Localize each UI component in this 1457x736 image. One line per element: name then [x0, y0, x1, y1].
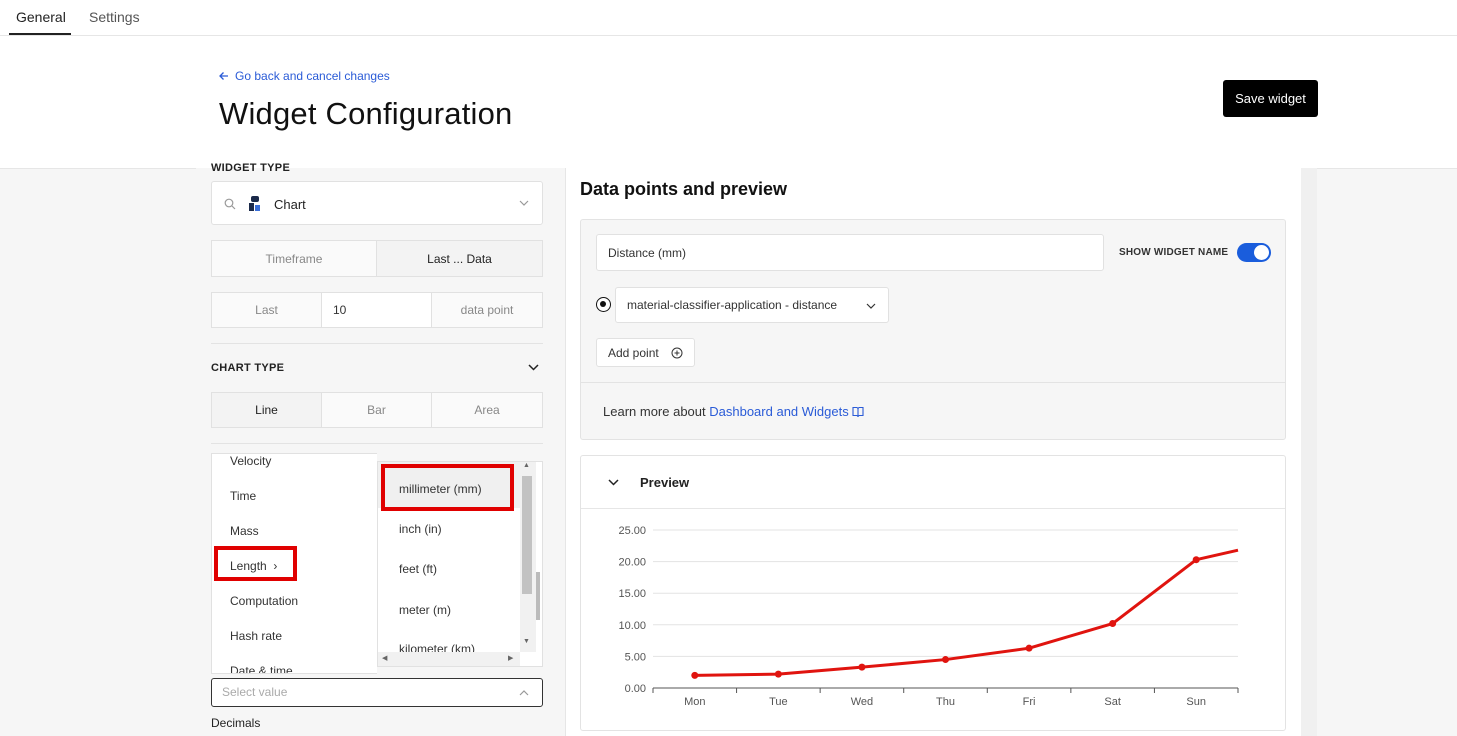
unit-list-hscrollbar[interactable]: ◀ ▶: [378, 652, 520, 666]
show-widget-name-label: SHOW WIDGET NAME: [1119, 247, 1229, 258]
divider: [211, 343, 543, 344]
save-widget-button[interactable]: Save widget: [1223, 80, 1318, 117]
chevron-up-icon: [519, 690, 529, 696]
data-points-title: Data points and preview: [580, 179, 788, 199]
data-point: [1025, 644, 1033, 652]
scroll-right-icon[interactable]: ▶: [508, 654, 513, 662]
data-point-select[interactable]: material-classifier-application - distan…: [615, 287, 889, 323]
divider: [211, 443, 543, 444]
category-velocity[interactable]: Velocity: [230, 454, 271, 468]
unit-select[interactable]: Select value: [211, 678, 543, 707]
arrow-left-icon: [219, 72, 228, 80]
chart-type-bar[interactable]: Bar: [322, 393, 432, 427]
last-suffix: data point: [460, 303, 514, 317]
unit-meter[interactable]: meter (m): [399, 603, 451, 617]
timeframe-toggle: Timeframe Last ... Data: [211, 240, 543, 277]
x-tick-label: Thu: [936, 696, 955, 708]
x-tick-label: Sat: [1104, 696, 1121, 708]
widget-type-value: Chart: [274, 197, 306, 212]
chart-type-label: CHART TYPE: [211, 362, 285, 374]
chevron-down-icon[interactable]: [608, 479, 619, 486]
scroll-up-icon[interactable]: ▲: [523, 462, 530, 469]
x-tick-label: Sun: [1186, 696, 1206, 708]
plus-circle-icon: [671, 347, 683, 359]
chevron-down-icon: [519, 200, 529, 206]
scroll-left-icon[interactable]: ◀: [382, 654, 387, 662]
widget-name-input[interactable]: Distance (mm): [596, 234, 1104, 271]
scroll-down-icon[interactable]: ▼: [523, 638, 530, 645]
x-tick-label: Mon: [684, 696, 705, 708]
search-icon: [224, 198, 236, 210]
page-title: Widget Configuration: [219, 96, 513, 131]
dashboard-widgets-link[interactable]: Dashboard and Widgets: [709, 404, 848, 419]
unit-inch[interactable]: inch (in): [399, 522, 442, 536]
unit-list-scrollbar[interactable]: ▲ ▼: [520, 462, 536, 652]
show-widget-name-toggle[interactable]: [1237, 243, 1271, 262]
x-tick-label: Fri: [1023, 696, 1036, 708]
page-scrollbar[interactable]: [1301, 168, 1317, 736]
tab-general[interactable]: General: [16, 9, 66, 25]
data-point: [691, 671, 699, 679]
y-tick-label: 10.00: [618, 620, 646, 632]
data-point: [1109, 620, 1117, 628]
add-point-label: Add point: [608, 345, 659, 360]
y-tick-label: 20.00: [618, 557, 646, 569]
unit-feet[interactable]: feet (ft): [399, 562, 437, 576]
data-point: [942, 656, 949, 664]
highlight-millimeter: [381, 464, 514, 511]
chevron-down-icon: [866, 303, 876, 309]
preview-line-chart: 25.00 20.00 15.00 10.00 5.00 0.00 Mon Tue Wed Thu…: [618, 525, 1239, 708]
decimals-label: Decimals: [211, 716, 261, 730]
back-link-label: Go back and cancel changes: [235, 69, 390, 83]
category-date-time[interactable]: Date & time: [230, 664, 293, 673]
x-tick-label: Wed: [851, 696, 873, 708]
outer-scrollbar-thumb[interactable]: [536, 572, 540, 620]
add-point-button[interactable]: Add point: [596, 338, 695, 367]
data-point-radio[interactable]: [596, 297, 611, 312]
y-tick-label: 15.00: [618, 588, 646, 600]
data-point-value: material-classifier-application - distan…: [627, 298, 838, 312]
learn-more-text: Learn more about Dashboard and Widgets: [603, 404, 864, 419]
active-tab-indicator: [9, 33, 71, 35]
y-tick-label: 25.00: [618, 525, 646, 537]
data-point: [774, 670, 782, 678]
divider: [581, 382, 1285, 383]
data-point: [1192, 556, 1200, 564]
y-tick-label: 5.00: [625, 651, 646, 663]
tab-timeframe[interactable]: Timeframe: [212, 241, 377, 276]
chart-logo-icon: [245, 193, 265, 213]
select-placeholder: Select value: [222, 685, 288, 699]
back-link[interactable]: Go back and cancel changes: [219, 69, 390, 83]
last-count-input[interactable]: 10: [322, 293, 432, 327]
category-time[interactable]: Time: [230, 489, 256, 503]
chart-type-line[interactable]: Line: [212, 393, 322, 427]
tab-settings[interactable]: Settings: [89, 9, 140, 25]
widget-type-label: WIDGET TYPE: [211, 162, 291, 174]
top-tab-bar: General Settings: [0, 0, 1457, 36]
preview-label: Preview: [640, 475, 690, 490]
chevron-down-icon[interactable]: [528, 364, 539, 371]
book-icon: [852, 406, 864, 418]
preview-header[interactable]: Preview: [581, 456, 1285, 509]
category-hash-rate[interactable]: Hash rate: [230, 629, 282, 643]
scrollbar-thumb[interactable]: [522, 476, 532, 594]
last-data-row: Last 10 data point: [211, 292, 543, 328]
category-mass[interactable]: Mass: [230, 524, 259, 538]
data-point: [858, 663, 866, 671]
tab-last-data[interactable]: Last ... Data: [377, 241, 542, 276]
x-tick-label: Tue: [769, 696, 788, 708]
category-computation[interactable]: Computation: [230, 594, 298, 608]
highlight-length: [214, 546, 297, 581]
chart-type-toggle: Line Bar Area: [211, 392, 543, 428]
chart-type-area[interactable]: Area: [432, 393, 542, 427]
y-tick-label: 0.00: [625, 683, 646, 695]
widget-type-select[interactable]: Chart: [211, 181, 543, 225]
last-prefix: Last: [212, 293, 322, 327]
